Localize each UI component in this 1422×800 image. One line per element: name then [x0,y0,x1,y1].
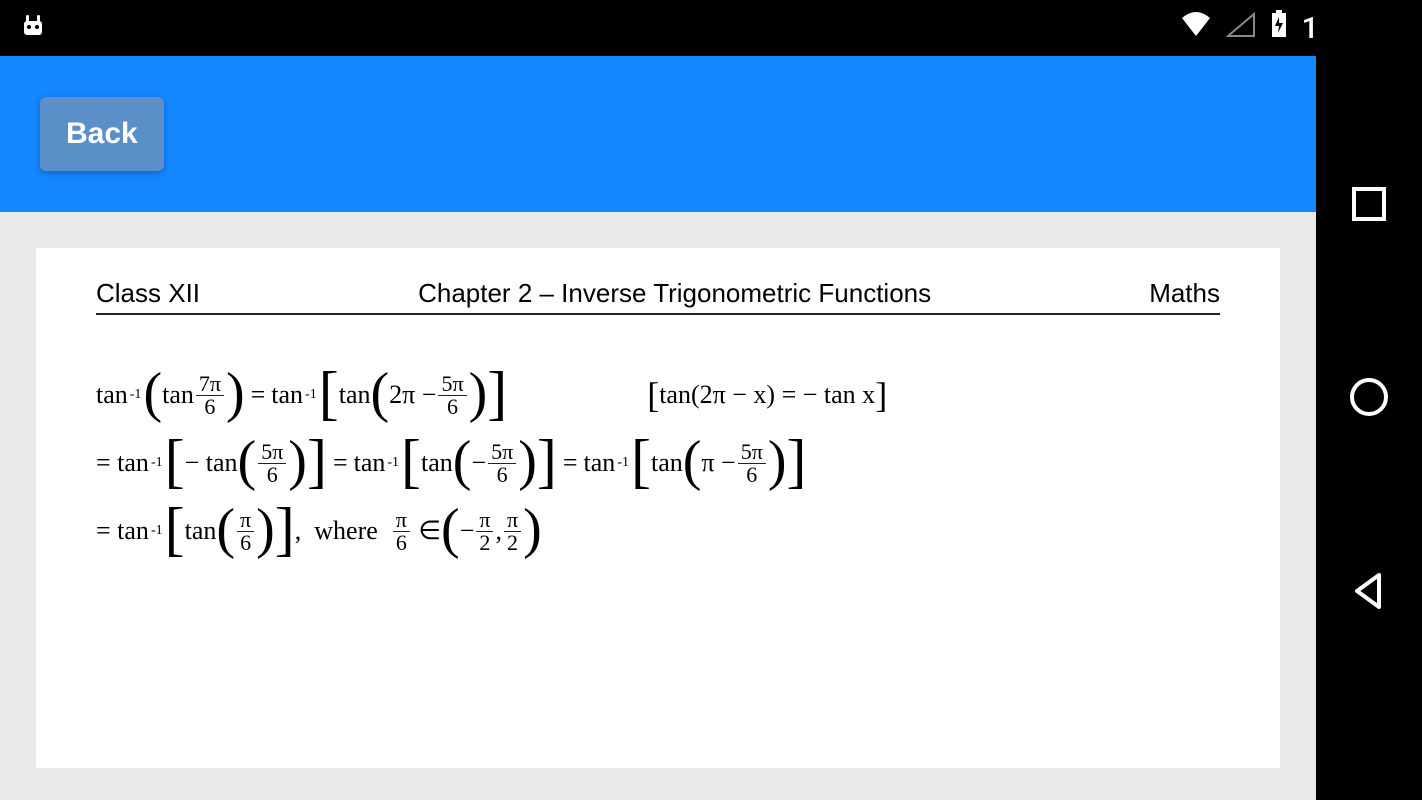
android-emulator-icon [18,11,48,45]
math-content: tan-1 ( tan 7π6 ) = tan-1 [ tan ( 2π − 5… [96,365,1220,561]
subject-label: Maths [1149,278,1220,309]
wifi-icon [1180,11,1212,46]
math-line-2: = tan-1 [ − tan ( 5π6 ) ] = tan-1 [ tan … [96,433,1220,493]
math-line-1: tan-1 ( tan 7π6 ) = tan-1 [ tan ( 2π − 5… [96,365,1220,425]
battery-icon [1270,10,1288,46]
android-status-bar: 1:15PM [0,0,1422,56]
back-button[interactable]: Back [40,97,164,171]
app-header: Back [0,56,1316,212]
class-label: Class XII [96,278,200,309]
back-nav-button[interactable] [1349,571,1389,615]
app-viewport: Back Class XII Chapter 2 – Inverse Trigo… [0,56,1316,800]
overview-nav-button[interactable] [1350,185,1388,227]
math-line-3: = tan-1 [ tan ( π6 ) ] , where π6 ∈ ( − … [96,501,1220,561]
chapter-title: Chapter 2 – Inverse Trigonometric Functi… [200,278,1149,309]
android-nav-bar [1316,0,1422,800]
signal-icon [1226,11,1256,46]
document-card[interactable]: Class XII Chapter 2 – Inverse Trigonomet… [36,248,1280,768]
header-underline [96,313,1220,315]
home-nav-button[interactable] [1348,376,1390,422]
math-identity-note: [ tan(2π − x) = − tan x ] [647,377,887,413]
document-header: Class XII Chapter 2 – Inverse Trigonomet… [96,278,1220,313]
